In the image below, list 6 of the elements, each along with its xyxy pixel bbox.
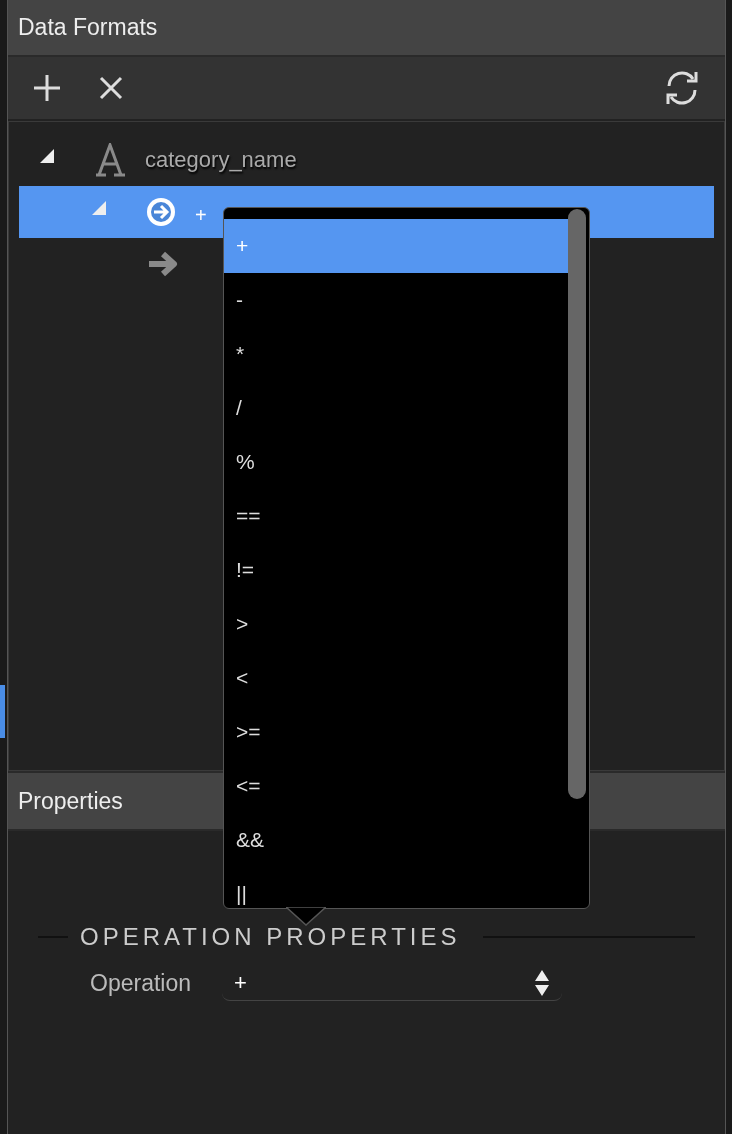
field-label: Operation [90,969,192,997]
panel-title: Data Formats [18,14,158,41]
tree-label: + [195,203,207,227]
section-heading: OPERATION PROPERTIES [80,923,461,951]
tree-label: category_name [145,147,297,173]
panel-title: Properties [18,787,123,815]
